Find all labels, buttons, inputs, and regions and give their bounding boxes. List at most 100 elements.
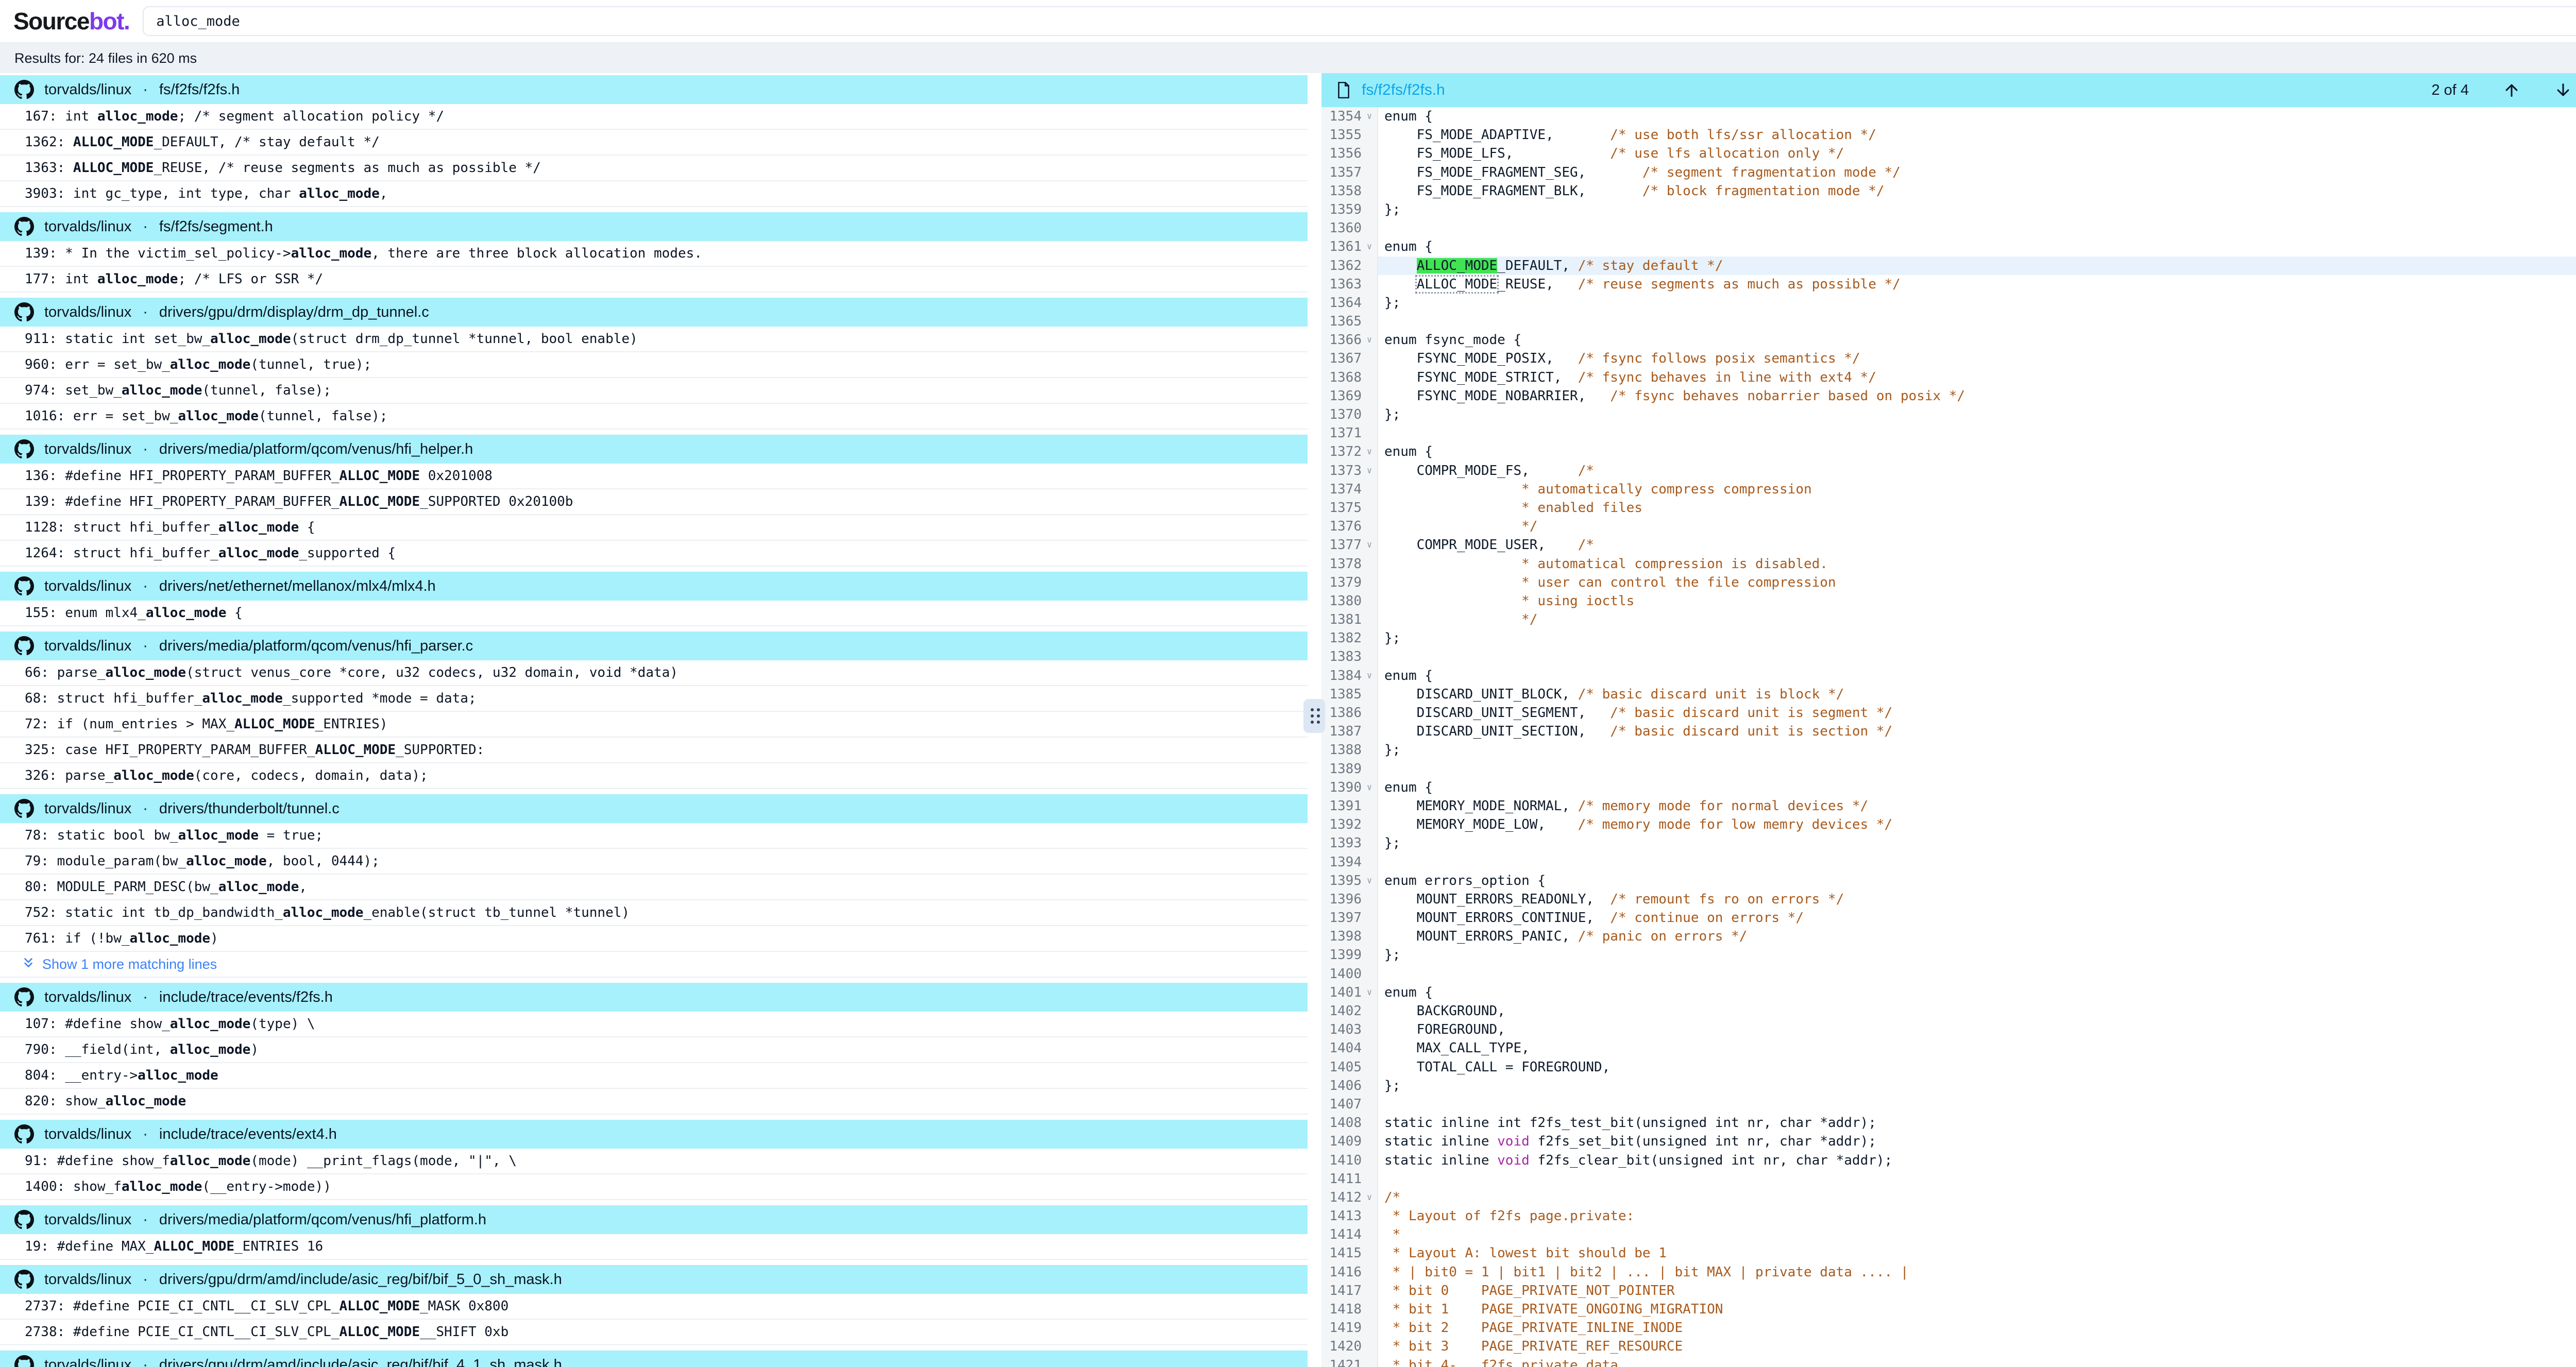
keyword-text: void	[1497, 1134, 1530, 1149]
line-number: 1409	[1321, 1132, 1378, 1151]
match-term: alloc_mode	[178, 408, 259, 424]
match-line[interactable]: 820: show_alloc_mode	[0, 1089, 1308, 1115]
comment-text: * bit 3 PAGE_PRIVATE_REF_RESOURCE	[1384, 1339, 1683, 1354]
match-term: alloc_mode	[291, 246, 372, 261]
file-group-header[interactable]: torvalds/linux·drivers/gpu/drm/display/d…	[0, 298, 1308, 327]
code-line: 1413 * Layout of f2fs page.private:	[1321, 1207, 2576, 1225]
match-line[interactable]: 177: int alloc_mode; /* LFS or SSR */	[0, 267, 1308, 293]
search-input[interactable]: alloc_mode	[143, 6, 2576, 36]
code-content: DISCARD_UNIT_SEGMENT, /* basic discard u…	[1378, 704, 2576, 722]
match-line[interactable]: 1362: ALLOC_MODE_DEFAULT, /* stay defaul…	[0, 130, 1308, 156]
match-line[interactable]: 72: if (num_entries > MAX_ALLOC_MODE_ENT…	[0, 712, 1308, 738]
match-line[interactable]: 974: set_bw_alloc_mode(tunnel, false);	[0, 378, 1308, 404]
code-content: COMPR_MODE_USER, /*	[1378, 536, 2576, 554]
match-line[interactable]: 91: #define show_falloc_mode(mode) __pri…	[0, 1149, 1308, 1174]
line-number: 1390∨	[1321, 778, 1378, 797]
fold-chevron-icon[interactable]: ∨	[1362, 1188, 1377, 1207]
file-group: torvalds/linux·drivers/media/platform/qc…	[0, 435, 1308, 567]
fold-chevron-icon[interactable]: ∨	[1362, 237, 1377, 256]
match-line[interactable]: 79: module_param(bw_alloc_mode, bool, 04…	[0, 849, 1308, 875]
match-line[interactable]: 136: #define HFI_PROPERTY_PARAM_BUFFER_A…	[0, 464, 1308, 489]
match-line[interactable]: 1016: err = set_bw_alloc_mode(tunnel, fa…	[0, 404, 1308, 430]
match-line[interactable]: 2737: #define PCIE_CI_CNTL__CI_SLV_CPL_A…	[0, 1294, 1308, 1320]
fold-chevron-icon[interactable]: ∨	[1362, 107, 1377, 126]
match-line[interactable]: 911: static int set_bw_alloc_mode(struct…	[0, 327, 1308, 352]
fold-chevron-icon[interactable]: ∨	[1362, 983, 1377, 1002]
match-line[interactable]: 804: __entry->alloc_mode	[0, 1063, 1308, 1089]
code-line: 1370};	[1321, 405, 2576, 424]
sourcebot-logo[interactable]: Sourcebot.	[13, 7, 129, 35]
code-content: * bit 0 PAGE_PRIVATE_NOT_POINTER	[1378, 1281, 2576, 1300]
match-line[interactable]: 139: * In the victim_sel_policy->alloc_m…	[0, 241, 1308, 267]
match-line[interactable]: 1400: show_falloc_mode(__entry->mode))	[0, 1174, 1308, 1200]
file-group-header[interactable]: torvalds/linux·drivers/gpu/drm/amd/inclu…	[0, 1351, 1308, 1367]
fold-chevron-icon[interactable]: ∨	[1362, 442, 1377, 461]
file-path: include/trace/events/ext4.h	[159, 1126, 337, 1143]
match-line[interactable]: 1363: ALLOC_MODE_REUSE, /* reuse segment…	[0, 156, 1308, 181]
match-line[interactable]: 78: static bool bw_alloc_mode = true;	[0, 823, 1308, 849]
line-number: 1379	[1321, 573, 1378, 592]
code-line: 1375 * enabled files	[1321, 499, 2576, 517]
code-line: 1368 FSYNC_MODE_STRICT, /* fsync behaves…	[1321, 368, 2576, 387]
line-number: 1392	[1321, 815, 1378, 834]
line-number: 1362	[1321, 257, 1378, 275]
match-line[interactable]: 68: struct hfi_buffer_alloc_mode_support…	[0, 686, 1308, 712]
resize-handle[interactable]	[1303, 699, 1325, 733]
match-line[interactable]: 66: parse_alloc_mode(struct venus_core *…	[0, 660, 1308, 686]
comment-text: * user can control the file compression	[1384, 575, 1836, 590]
match-line[interactable]: 139: #define HFI_PROPERTY_PARAM_BUFFER_A…	[0, 489, 1308, 515]
file-group-header[interactable]: torvalds/linux·drivers/thunderbolt/tunne…	[0, 794, 1308, 823]
match-line[interactable]: 1264: struct hfi_buffer_alloc_mode_suppo…	[0, 541, 1308, 567]
fold-chevron-icon[interactable]: ∨	[1362, 778, 1377, 797]
line-number: 1399	[1321, 946, 1378, 964]
match-line[interactable]: 107: #define show_alloc_mode(type) \	[0, 1012, 1308, 1037]
match-line[interactable]: 752: static int tb_dp_bandwidth_alloc_mo…	[0, 900, 1308, 926]
repo-file-separator: ·	[142, 304, 149, 321]
fold-chevron-icon[interactable]: ∨	[1362, 536, 1377, 554]
repo-file-separator: ·	[142, 1211, 149, 1228]
match-line[interactable]: 19: #define MAX_ALLOC_MODE_ENTRIES 16	[0, 1234, 1308, 1260]
code-line: 1381 */	[1321, 610, 2576, 629]
fold-chevron-icon[interactable]: ∨	[1362, 462, 1377, 480]
file-group-header[interactable]: torvalds/linux·drivers/gpu/drm/amd/inclu…	[0, 1265, 1308, 1294]
file-group-header[interactable]: torvalds/linux·drivers/media/platform/qc…	[0, 631, 1308, 660]
file-group-header[interactable]: torvalds/linux·fs/f2fs/segment.h	[0, 212, 1308, 241]
next-match-button[interactable]	[2554, 81, 2572, 99]
code-content	[1378, 1170, 2576, 1188]
file-group-header[interactable]: torvalds/linux·drivers/media/platform/qc…	[0, 1205, 1308, 1234]
match-line[interactable]: 155: enum mlx4_alloc_mode {	[0, 601, 1308, 626]
match-line[interactable]: 80: MODULE_PARM_DESC(bw_alloc_mode,	[0, 875, 1308, 900]
file-group-header[interactable]: torvalds/linux·include/trace/events/f2fs…	[0, 983, 1308, 1012]
comment-text: /* memory mode for low memry devices */	[1578, 817, 1892, 832]
match-line[interactable]: 3903: int gc_type, int type, char alloc_…	[0, 181, 1308, 207]
fold-chevron-icon[interactable]: ∨	[1362, 667, 1377, 685]
show-more-link[interactable]: Show 1 more matching lines	[0, 952, 1308, 978]
line-number: 1367	[1321, 349, 1378, 368]
match-line[interactable]: 960: err = set_bw_alloc_mode(tunnel, tru…	[0, 352, 1308, 378]
fold-chevron-icon[interactable]: ∨	[1362, 331, 1377, 349]
match-line[interactable]: 167: int alloc_mode; /* segment allocati…	[0, 104, 1308, 130]
preview-file-name[interactable]: fs/f2fs/f2fs.h	[1362, 81, 1445, 99]
match-line[interactable]: 1128: struct hfi_buffer_alloc_mode {	[0, 515, 1308, 541]
file-group-header[interactable]: torvalds/linux·include/trace/events/ext4…	[0, 1120, 1308, 1149]
line-number: 1363	[1321, 275, 1378, 294]
previous-match-button[interactable]	[2503, 81, 2520, 99]
file-path: drivers/media/platform/qcom/venus/hfi_pl…	[159, 1211, 486, 1228]
match-term: ALLOC_MODE	[339, 1298, 420, 1314]
file-group-header[interactable]: torvalds/linux·drivers/net/ethernet/mell…	[0, 572, 1308, 601]
fold-chevron-icon[interactable]: ∨	[1362, 872, 1377, 890]
github-icon	[14, 1270, 34, 1289]
match-line[interactable]: 325: case HFI_PROPERTY_PARAM_BUFFER_ALLO…	[0, 738, 1308, 763]
file-group: torvalds/linux·drivers/media/platform/qc…	[0, 1205, 1308, 1260]
line-number: 1405	[1321, 1058, 1378, 1076]
code-line: 1401∨enum {	[1321, 983, 2576, 1002]
match-line[interactable]: 790: __field(int, alloc_mode)	[0, 1037, 1308, 1063]
match-line[interactable]: 761: if (!bw_alloc_mode)	[0, 926, 1308, 952]
file-group-header[interactable]: torvalds/linux·drivers/media/platform/qc…	[0, 435, 1308, 464]
match-line[interactable]: 2738: #define PCIE_CI_CNTL__CI_SLV_CPL_A…	[0, 1320, 1308, 1345]
match-line[interactable]: 326: parse_alloc_mode(core, codecs, doma…	[0, 763, 1308, 789]
code-line: 1354∨enum {	[1321, 107, 2576, 126]
file-group-header[interactable]: torvalds/linux·fs/f2fs/f2fs.h	[0, 75, 1308, 104]
code-line: 1397 MOUNT_ERRORS_CONTINUE, /* continue …	[1321, 909, 2576, 927]
comment-text: /* continue on errors */	[1610, 910, 1804, 926]
